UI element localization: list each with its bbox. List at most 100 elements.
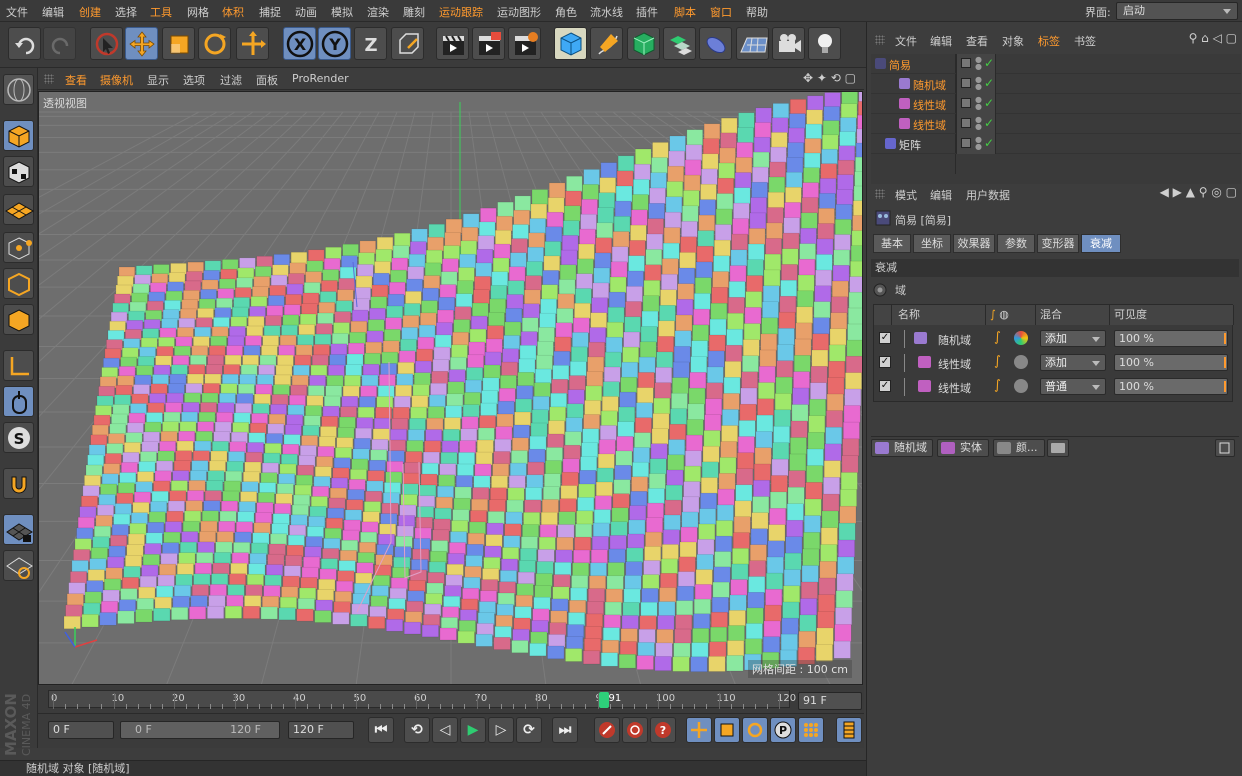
menu-item[interactable]: 窗口 bbox=[710, 4, 732, 20]
end-frame-field[interactable]: 120 F bbox=[288, 721, 354, 739]
viewport-menu-item[interactable]: 选项 bbox=[183, 72, 205, 88]
perspective-viewport[interactable]: 透视视图 网格间距 : 100 cm bbox=[38, 91, 863, 685]
menu-item[interactable]: 雕刻 bbox=[403, 4, 425, 20]
current-frame-field[interactable]: 91 F bbox=[798, 692, 862, 710]
playhead[interactable] bbox=[598, 692, 609, 708]
color-mode-icon[interactable] bbox=[1014, 331, 1028, 345]
remap-curve-icon[interactable]: ∫ bbox=[994, 378, 1001, 393]
menu-item[interactable]: 捕捉 bbox=[259, 4, 281, 20]
menu-item[interactable]: 运动图形 bbox=[497, 4, 541, 20]
menu-item[interactable]: 运动跟踪 bbox=[439, 4, 483, 20]
render-settings-button[interactable] bbox=[508, 27, 541, 60]
frame-range-slider[interactable]: 0 F 120 F bbox=[120, 721, 280, 739]
attribute-tab[interactable]: 变形器 bbox=[1037, 234, 1079, 253]
enable-checkbox[interactable]: ✓ bbox=[879, 332, 891, 344]
timeline-track[interactable]: 010203040506070809010011012091 bbox=[48, 690, 796, 709]
menu-item[interactable]: 动画 bbox=[295, 4, 317, 20]
object-row[interactable]: 矩阵 ● ● ✓ bbox=[871, 134, 1241, 154]
am-nav-icons[interactable]: ◀ ▶ ▲ ⚲ ◎ ▢ bbox=[1160, 185, 1237, 199]
menu-item[interactable]: 文件 bbox=[6, 4, 28, 20]
field-layer-row[interactable]: ✓ 随机域 ∫ 添加 100 % bbox=[874, 327, 1234, 351]
tweak-mode-button[interactable] bbox=[3, 386, 34, 417]
keyframe-selection-button[interactable]: ? bbox=[650, 717, 676, 743]
goto-start-button[interactable]: ⏮ bbox=[368, 717, 394, 743]
axis-mode-button[interactable] bbox=[3, 350, 34, 381]
prev-key-button[interactable]: ⟲ bbox=[404, 717, 430, 743]
attribute-tab[interactable]: 参数 bbox=[997, 234, 1035, 253]
remap-curve-icon[interactable]: ∫ bbox=[994, 354, 1001, 369]
om-menu-item[interactable]: 编辑 bbox=[930, 33, 952, 49]
solo-mode-button[interactable]: S bbox=[3, 422, 34, 453]
blend-select[interactable]: 添加 bbox=[1040, 354, 1106, 371]
param-key-button[interactable]: P bbox=[770, 717, 796, 743]
object-row[interactable]: 随机域 ● ● ✓ bbox=[871, 74, 1241, 94]
color-mode-icon[interactable] bbox=[1014, 379, 1028, 393]
camera-object-button[interactable] bbox=[772, 27, 805, 60]
om-menu-item[interactable]: 标签 bbox=[1038, 33, 1060, 49]
drag-handle-icon[interactable] bbox=[875, 189, 885, 199]
object-status-cell[interactable]: ● ● ✓ bbox=[956, 94, 996, 114]
add-field-button[interactable]: 颜... bbox=[993, 439, 1045, 457]
menu-item[interactable]: 体积 bbox=[222, 4, 244, 20]
viewport-menu-item[interactable]: ProRender bbox=[292, 72, 349, 85]
add-layer-button[interactable] bbox=[1215, 439, 1235, 457]
points-mode-button[interactable] bbox=[3, 232, 34, 263]
goto-end-button[interactable]: ⏭ bbox=[552, 717, 578, 743]
viewport-menu-item[interactable]: 查看 bbox=[65, 72, 87, 88]
z-axis-lock-button[interactable]: Z bbox=[354, 27, 387, 60]
menu-item[interactable]: 创建 bbox=[79, 4, 101, 20]
snap-button[interactable] bbox=[3, 468, 34, 499]
coordinate-system-button[interactable] bbox=[391, 27, 424, 60]
object-row[interactable]: 简易 ● ● ✓ bbox=[871, 54, 1241, 74]
rotation-key-button[interactable] bbox=[742, 717, 768, 743]
scale-key-button[interactable] bbox=[714, 717, 740, 743]
enable-checkbox[interactable]: ✓ bbox=[879, 380, 891, 392]
y-axis-lock-button[interactable]: Y bbox=[318, 27, 351, 60]
enable-checkbox[interactable]: ✓ bbox=[879, 356, 891, 368]
play-button[interactable]: ▶ bbox=[460, 717, 486, 743]
workplane-button[interactable] bbox=[3, 74, 34, 105]
attribute-tab[interactable]: 基本 bbox=[873, 234, 911, 253]
visibility-slider[interactable]: 100 % bbox=[1114, 378, 1228, 395]
next-key-button[interactable]: ⟳ bbox=[516, 717, 542, 743]
autokey-button[interactable] bbox=[622, 717, 648, 743]
om-nav-icons[interactable]: ⚲ ⌂ ◁ ▢ bbox=[1189, 31, 1237, 45]
viewport-menu-item[interactable]: 过滤 bbox=[220, 72, 242, 88]
prev-frame-button[interactable]: ◁ bbox=[432, 717, 458, 743]
planar-workplane-button[interactable] bbox=[3, 550, 34, 581]
viewport-menu-item[interactable]: 显示 bbox=[147, 72, 169, 88]
texture-mode-button[interactable] bbox=[3, 156, 34, 187]
render-view-button[interactable] bbox=[436, 27, 469, 60]
blend-select[interactable]: 添加 bbox=[1040, 330, 1106, 347]
attribute-tab[interactable]: 坐标 bbox=[913, 234, 951, 253]
attribute-tab[interactable]: 衰减 bbox=[1081, 234, 1121, 253]
move-tool-button[interactable] bbox=[125, 27, 158, 60]
object-status-cell[interactable]: ● ● ✓ bbox=[956, 134, 996, 154]
om-menu-item[interactable]: 查看 bbox=[966, 33, 988, 49]
am-menu-item[interactable]: 用户数据 bbox=[966, 187, 1010, 203]
menu-item[interactable]: 角色 bbox=[555, 4, 577, 20]
transform-tool-button[interactable] bbox=[236, 27, 269, 60]
menu-item[interactable]: 流水线 bbox=[590, 4, 623, 20]
next-frame-button[interactable]: ▷ bbox=[488, 717, 514, 743]
edges-mode-button[interactable] bbox=[3, 268, 34, 299]
add-folder-button[interactable] bbox=[1047, 439, 1069, 457]
om-menu-item[interactable]: 对象 bbox=[1002, 33, 1024, 49]
object-status-cell[interactable]: ● ● ✓ bbox=[956, 114, 996, 134]
workplane-mode-button[interactable] bbox=[3, 194, 35, 225]
menu-item[interactable]: 选择 bbox=[115, 4, 137, 20]
light-object-button[interactable] bbox=[808, 27, 841, 60]
cube-object-button[interactable] bbox=[554, 27, 587, 60]
start-frame-field[interactable]: 0 F bbox=[48, 721, 114, 739]
object-row[interactable]: 线性域 ● ● ✓ bbox=[871, 94, 1241, 114]
menu-item[interactable]: 编辑 bbox=[42, 4, 64, 20]
color-mode-icon[interactable] bbox=[1014, 355, 1028, 369]
rotate-tool-button[interactable] bbox=[198, 27, 231, 60]
live-selection-button[interactable] bbox=[90, 27, 123, 60]
floor-object-button[interactable] bbox=[736, 27, 769, 60]
menu-item[interactable]: 插件 bbox=[636, 4, 658, 20]
blend-select[interactable]: 普通 bbox=[1040, 378, 1106, 395]
deformer-button[interactable] bbox=[699, 27, 732, 60]
position-key-button[interactable] bbox=[686, 717, 712, 743]
drag-handle-icon[interactable] bbox=[875, 35, 885, 45]
